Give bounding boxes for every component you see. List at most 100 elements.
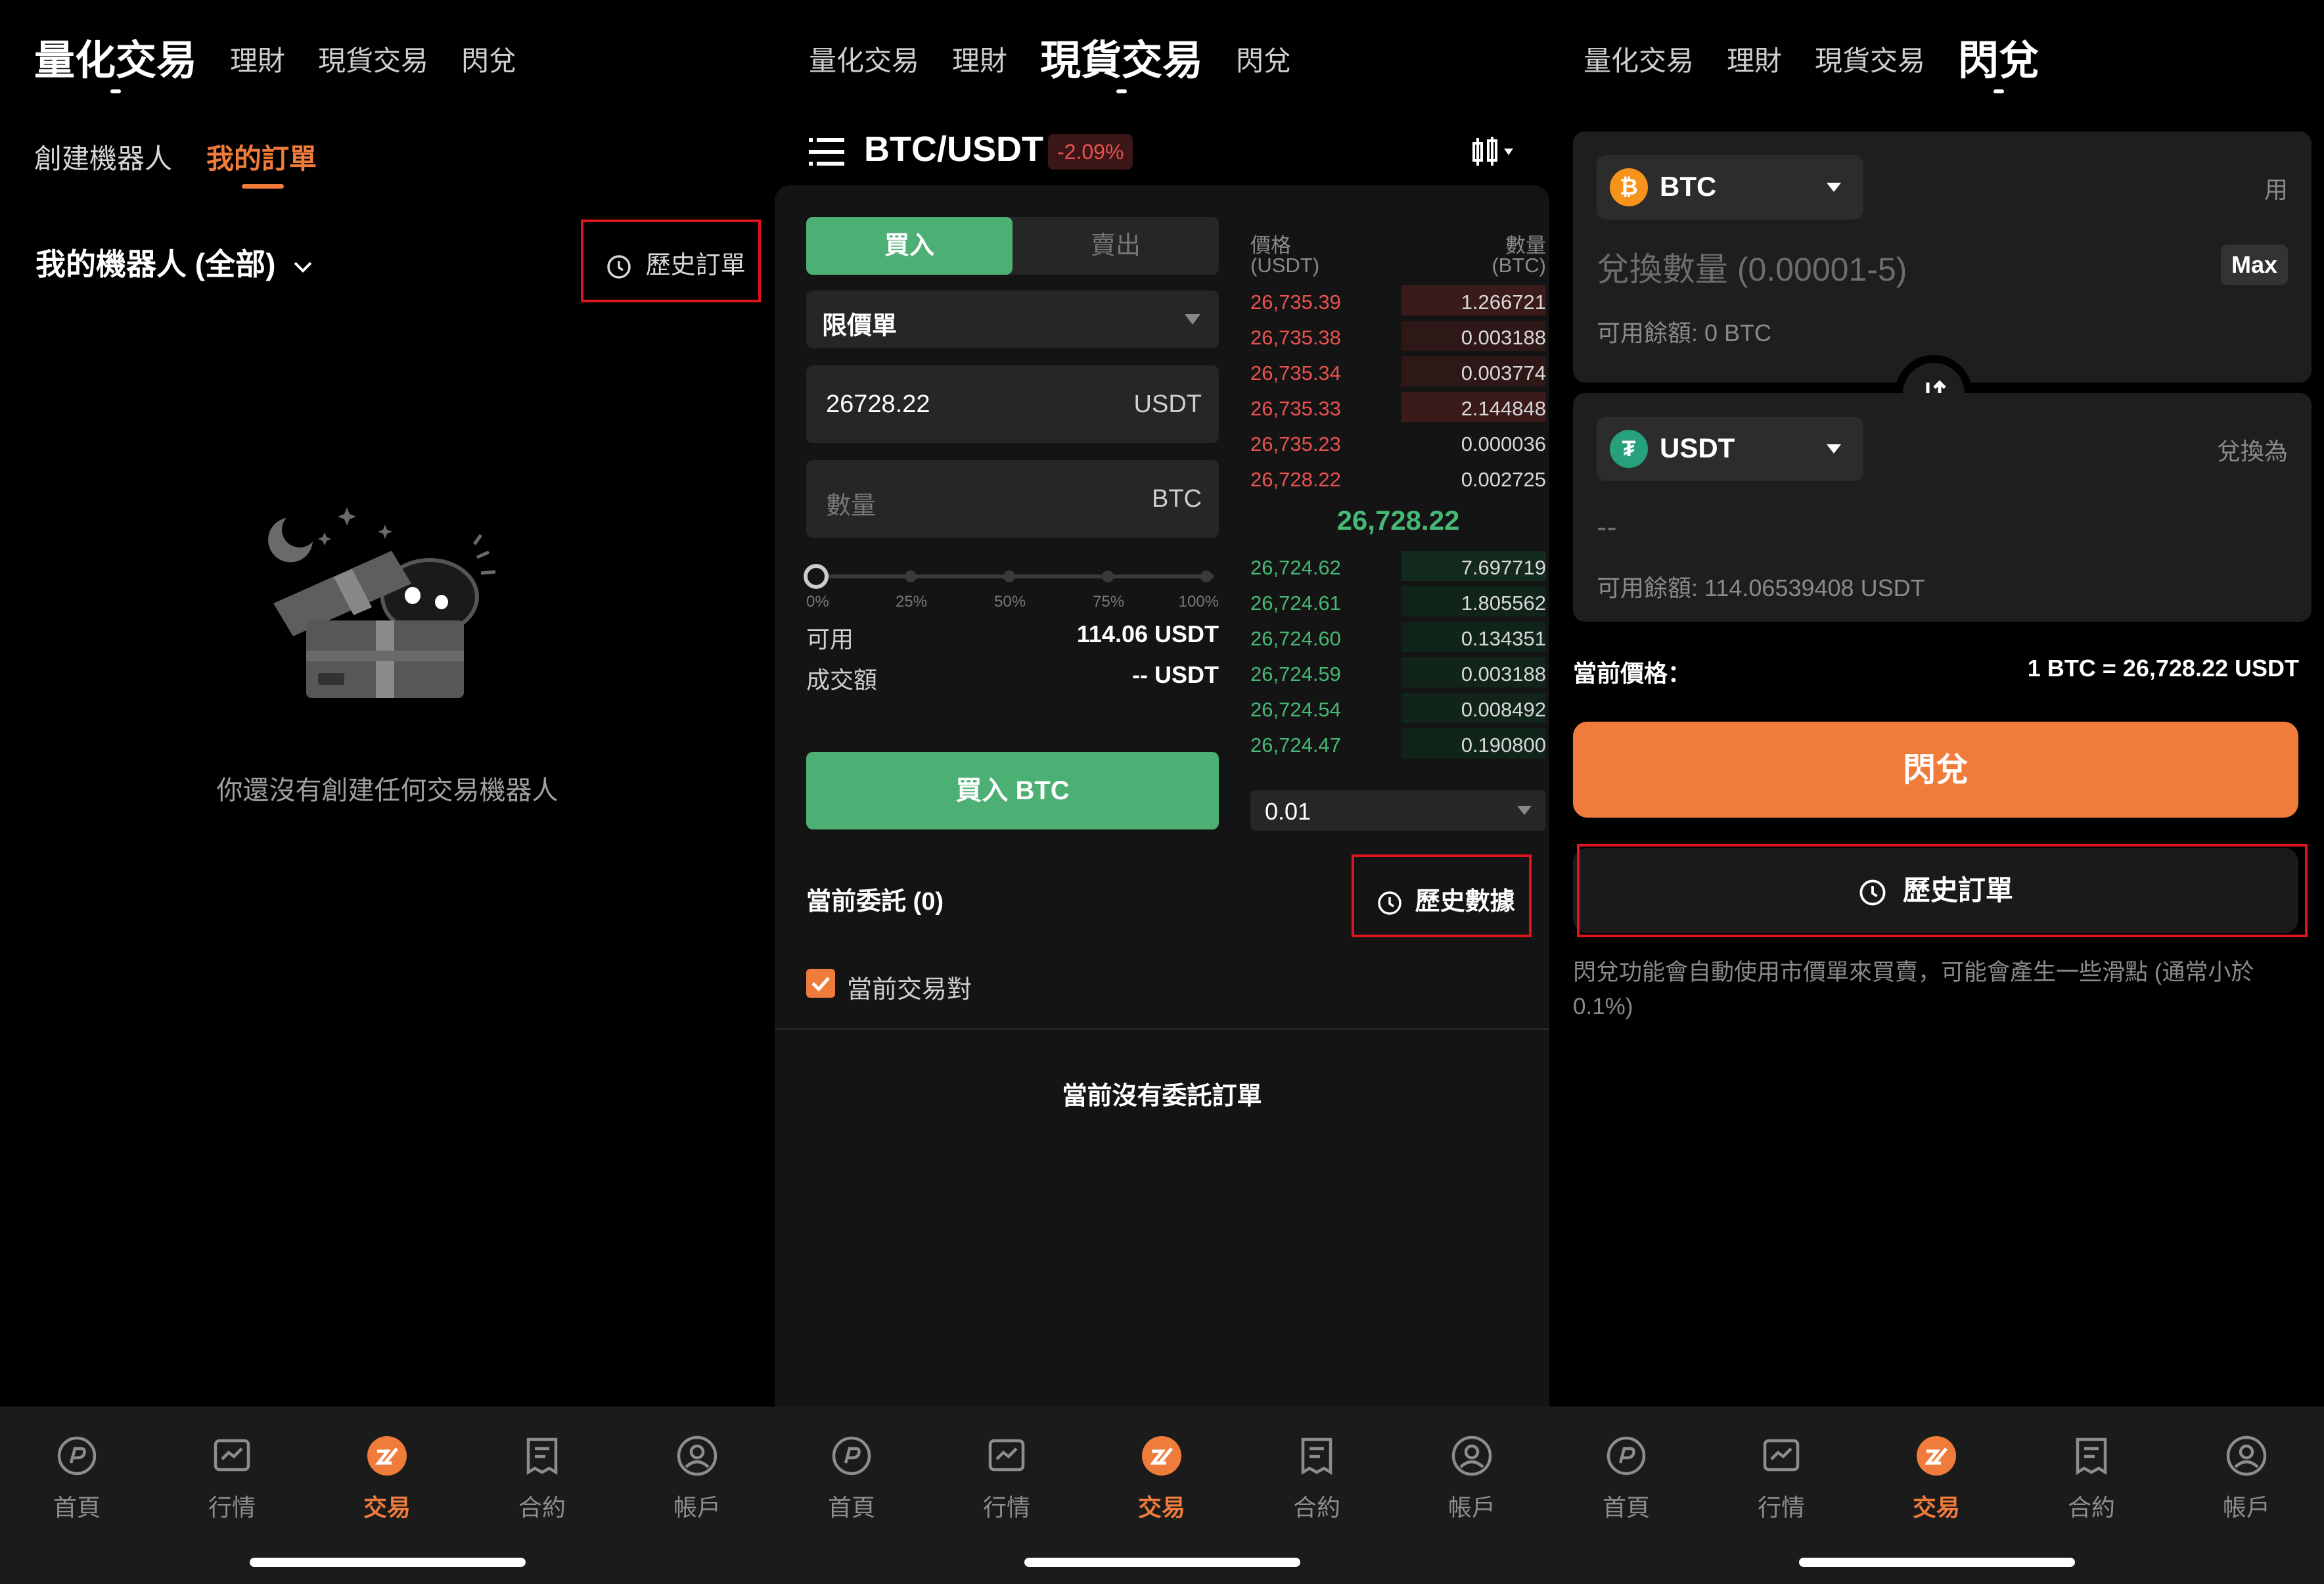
empty-state-text: 你還沒有創建任何交易機器人 [216, 776, 558, 805]
amount-input[interactable]: 兌換數量 (0.00001-5) [1597, 243, 1907, 291]
ask-row[interactable]: 26,735.39 1.266721 [1250, 283, 1546, 318]
tab-spot-trading[interactable]: 現貨交易 [1815, 41, 1925, 82]
turnover-label: 成交額 [806, 666, 878, 693]
bid-price: 26,724.59 [1250, 663, 1341, 686]
bid-row[interactable]: 26,724.59 0.003188 [1250, 655, 1546, 690]
to-balance: 可用餘額: 114.06539408 USDT [1597, 574, 1925, 601]
chart-candles-icon[interactable] [1470, 135, 1516, 168]
empty-robot-illustration [268, 507, 496, 698]
orderbook: 價格 (USDT) 數量 (BTC) 26,735.39 1.266721 26,… [1250, 229, 1546, 820]
price-input-value: 26728.22 [826, 390, 930, 418]
flash-swap-button[interactable]: 閃兌 [1573, 722, 2298, 818]
slider-dot [1003, 571, 1015, 582]
bid-price: 26,724.60 [1250, 627, 1341, 650]
buy-tab[interactable]: 買入 [806, 217, 1013, 275]
bid-row[interactable]: 26,724.61 1.805562 [1250, 584, 1546, 619]
turnover-value: -- USDT [1132, 661, 1219, 688]
tab-spot-trading[interactable]: 現貨交易 [318, 41, 428, 82]
swap-disclaimer: 閃兌功能會自動使用市價單來買賣，可能會產生一些滑點 (通常小於 0.1%) [1573, 960, 2254, 1019]
ask-price: 26,735.23 [1250, 432, 1341, 455]
precision-select[interactable]: 0.01 [1250, 790, 1546, 831]
bid-qty: 0.008492 [1461, 698, 1546, 721]
slider-handle[interactable] [804, 564, 829, 589]
bid-price: 26,724.47 [1250, 734, 1341, 757]
ask-row[interactable]: 26,735.23 0.000036 [1250, 425, 1546, 460]
quantity-placeholder: 數量 [826, 492, 877, 520]
ask-row[interactable]: 26,735.34 0.003774 [1250, 354, 1546, 389]
swap-from-card: ₿ BTC 用 兌換數量 (0.00001-5) Max 可用餘額: 0 BTC [1573, 131, 2312, 383]
ask-price: 26,735.38 [1250, 326, 1341, 349]
mid-price[interactable]: 26,728.22 [1250, 505, 1546, 536]
menu-icon[interactable] [809, 137, 844, 167]
ask-row[interactable]: 26,728.22 0.002725 [1250, 460, 1546, 496]
tab-flash-swap[interactable]: 閃兌 [1958, 41, 2039, 93]
quantity-input[interactable]: 數量 BTC [806, 460, 1219, 538]
bid-qty: 7.697719 [1461, 556, 1546, 579]
tab-flash-swap[interactable]: 閃兌 [461, 41, 516, 82]
price-input[interactable]: 26728.22 USDT [806, 365, 1219, 443]
tab-quant-trading[interactable]: 量化交易 [809, 41, 919, 82]
subtab-underline [242, 184, 284, 189]
to-right-label: 兌換為 [2216, 438, 2288, 465]
robot-filter-dropdown[interactable]: 我的機器人 (全部) [35, 241, 314, 284]
bid-row[interactable]: 26,724.54 0.008492 [1250, 690, 1546, 726]
current-pair-checkbox[interactable] [806, 969, 835, 998]
tab-finance[interactable]: 理財 [1727, 41, 1782, 82]
tab-finance[interactable]: 理財 [952, 41, 1007, 82]
available-label: 可用 [806, 626, 854, 653]
subtab-create-robot[interactable]: 創建機器人 [34, 137, 172, 177]
bid-qty: 0.190800 [1461, 734, 1546, 757]
ask-qty: 0.000036 [1461, 432, 1546, 455]
caret-down-icon [1827, 444, 1841, 454]
from-coin-name: BTC [1660, 171, 1717, 202]
ask-qty: 0.003774 [1461, 361, 1546, 384]
history-orders-button[interactable]: 歷史訂單 [606, 245, 746, 281]
subtab-my-orders[interactable]: 我的訂單 [206, 137, 317, 177]
ask-row[interactable]: 26,735.33 2.144848 [1250, 389, 1546, 425]
slider-label-0: 0% [806, 593, 829, 611]
bid-row[interactable]: 26,724.47 0.190800 [1250, 726, 1546, 761]
ask-row[interactable]: 26,735.38 0.003188 [1250, 318, 1546, 354]
tab-flash-swap[interactable]: 閃兌 [1236, 41, 1291, 82]
buy-btc-button[interactable]: 買入 BTC [806, 752, 1219, 829]
from-coin-select[interactable]: ₿ BTC [1597, 155, 1863, 220]
swap-to-card: ₮ USDT 兌換為 -- 可用餘額: 114.06539408 USDT [1573, 393, 2312, 622]
tab-finance[interactable]: 理財 [230, 41, 285, 82]
history-orders-label: 歷史訂單 [645, 252, 746, 279]
tab-quant-trading[interactable]: 量化交易 [34, 41, 197, 93]
order-type-select[interactable]: 限價單 [806, 291, 1219, 348]
current-price-value: 1 BTC = 26,728.22 USDT [2027, 655, 2299, 682]
bid-qty: 0.134351 [1461, 627, 1546, 650]
section-divider [775, 1028, 1549, 1030]
sell-tab[interactable]: 賣出 [1013, 217, 1219, 275]
pair-title[interactable]: BTC/USDT [864, 129, 1043, 170]
caret-down-icon [1827, 183, 1841, 192]
max-button[interactable]: Max [2220, 245, 2288, 285]
to-coin-select[interactable]: ₮ USDT [1597, 417, 1863, 481]
clock-icon [607, 255, 631, 279]
bid-row[interactable]: 26,724.60 0.134351 [1250, 619, 1546, 655]
current-price-label: 當前價格： [1573, 660, 1692, 687]
ask-qty: 0.002725 [1461, 468, 1546, 491]
history-data-button[interactable]: 歷史數據 [1377, 881, 1515, 917]
top-tabs: 量化交易 理財 現貨交易 閃兌 [34, 41, 549, 93]
open-orders-title[interactable]: 當前委託 (0) [806, 881, 944, 917]
slider-dot [905, 571, 917, 582]
percent-slider[interactable] [804, 564, 1219, 589]
clock-icon [1378, 891, 1401, 915]
tab-quant-trading[interactable]: 量化交易 [1584, 41, 1694, 82]
slider-label-50: 50% [994, 593, 1026, 611]
robot-filter-label: 我的機器人 (全部) [35, 247, 276, 281]
current-pair-label[interactable]: 當前交易對 [847, 969, 972, 1005]
flash-swap-panel: 量化交易 理財 現貨交易 閃兌 ₿ BTC 用 兌換數量 (0.00001-5)… [1549, 0, 2324, 1584]
available-value: 114.06 USDT [1076, 620, 1219, 647]
slider-label-25: 25% [896, 593, 928, 611]
bid-price: 26,724.61 [1250, 592, 1341, 615]
precision-value: 0.01 [1265, 798, 1311, 825]
bid-row[interactable]: 26,724.62 7.697719 [1250, 548, 1546, 584]
from-balance: 可用餘額: 0 BTC [1597, 319, 1772, 346]
slider-label-100: 100% [1178, 593, 1219, 611]
tab-spot-trading[interactable]: 現貨交易 [1040, 41, 1203, 93]
quant-trading-panel: 量化交易 理財 現貨交易 閃兌 創建機器人 我的訂單 我的機器人 (全部) 歷史… [0, 0, 775, 1584]
caret-down-icon [1517, 806, 1532, 815]
